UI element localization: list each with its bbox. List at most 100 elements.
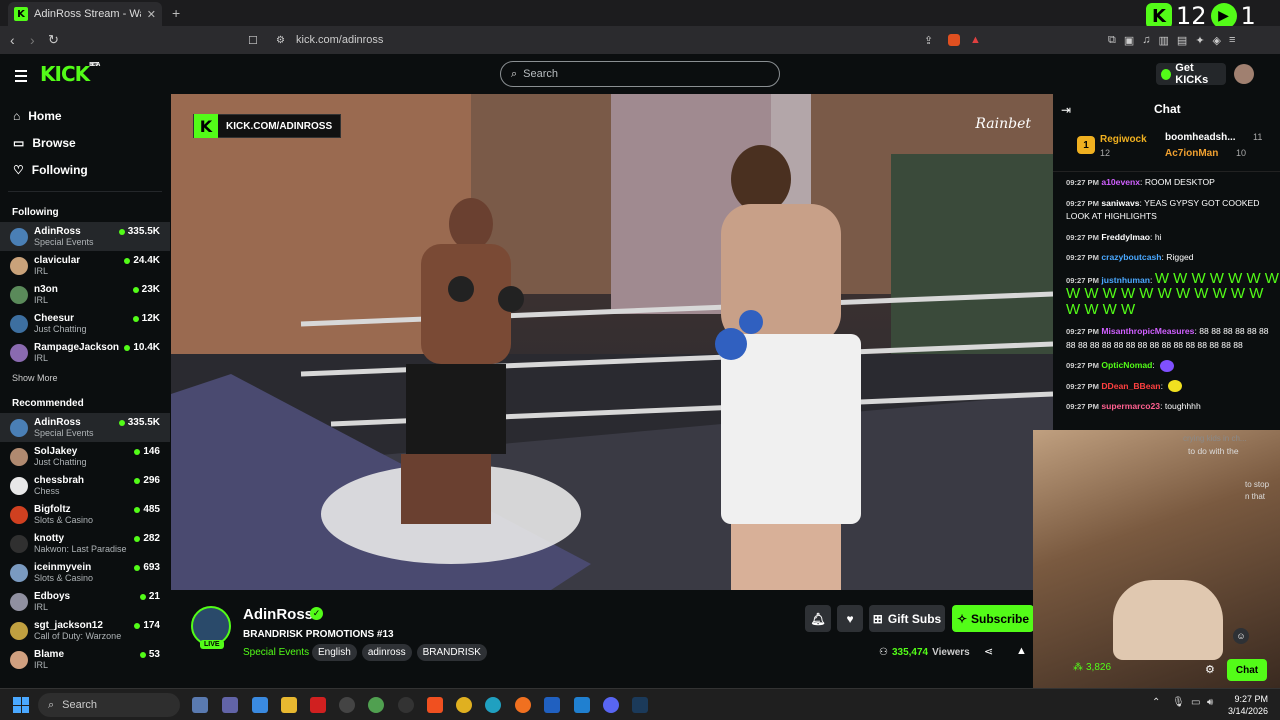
leader-name[interactable]: Ac7ionMan — [1165, 148, 1218, 159]
app-r-icon[interactable] — [252, 697, 268, 713]
new-tab-button[interactable]: + — [172, 5, 180, 21]
clock-app-icon[interactable] — [339, 697, 355, 713]
channel-item-n3on[interactable]: n3on IRL 23K — [0, 280, 170, 309]
vpn-icon[interactable]: ◈ — [1213, 34, 1221, 47]
channel-item-chessbrah[interactable]: chessbrah Chess 296 — [0, 471, 170, 500]
taskbar-clock[interactable]: 9:27 PM 3/14/2026 — [1228, 693, 1268, 717]
channel-item-bigfoltz[interactable]: Bigfoltz Slots & Casino 485 — [0, 500, 170, 529]
video-player[interactable]: K KICK.COM/ADINROSS Rainbet — [171, 94, 1053, 590]
chat-username[interactable]: supermarco23 — [1101, 401, 1160, 411]
volume-icon[interactable]: 🔊︎ — [1207, 697, 1213, 708]
leader-name[interactable]: Regiwock — [1100, 134, 1147, 145]
channel-name: knotty — [34, 532, 64, 544]
extensions-icon[interactable]: ⧉ — [1108, 34, 1116, 47]
browser-tab[interactable]: K AdinRoss Stream - Watch Live ✕ — [8, 2, 162, 26]
gift-subs-button[interactable]: ⊞ Gift Subs — [869, 605, 945, 632]
emote-icon — [1160, 359, 1175, 372]
get-kicks-button[interactable]: Get KICKs — [1156, 62, 1226, 86]
obs-icon[interactable] — [398, 697, 414, 713]
discord-icon[interactable] — [603, 697, 619, 713]
report-icon[interactable]: ▲ — [1016, 645, 1027, 657]
teams-icon[interactable] — [222, 697, 238, 713]
chat-username[interactable]: MisanthropicMeasures — [1101, 326, 1194, 336]
screenshot-icon[interactable]: ▣ — [1124, 34, 1134, 47]
taskbar-search[interactable]: ⌕ Search — [38, 693, 180, 717]
emote-picker-icon[interactable]: ☺ — [1233, 628, 1249, 644]
wallet-icon[interactable]: ▤ — [1177, 34, 1187, 47]
sponsor-logo: Rainbet — [975, 116, 1031, 132]
notification-button[interactable]: 🔔︎ — [805, 605, 831, 632]
tag-pill[interactable]: BRANDRISK — [416, 644, 487, 661]
channel-item-knotty[interactable]: knotty Nakwon: Last Paradise 282 — [0, 529, 170, 558]
collapse-chat-icon[interactable]: ⇥ — [1061, 103, 1071, 117]
file-explorer-icon[interactable] — [281, 697, 297, 713]
tray-chevron-icon[interactable]: ⌃ — [1152, 697, 1160, 708]
channel-item-cheesur[interactable]: Cheesur Just Chatting 12K — [0, 309, 170, 338]
leo-icon[interactable]: ✦ — [1195, 34, 1204, 47]
channel-item-edboys[interactable]: Edboys IRL 21 — [0, 587, 170, 616]
tag-pill[interactable]: English — [312, 644, 357, 661]
channel-item-soljakey[interactable]: SolJakey Just Chatting 146 — [0, 442, 170, 471]
show-more-link[interactable]: Show More — [0, 367, 170, 393]
hamburger-icon[interactable] — [15, 70, 27, 82]
site-info-icon[interactable]: ⚙ — [276, 35, 285, 46]
category-link[interactable]: Special Events — [243, 647, 309, 658]
brave-icon[interactable] — [427, 697, 443, 713]
sidebar-browse[interactable]: ▭ Browse — [0, 129, 170, 156]
chrome-icon[interactable] — [456, 697, 472, 713]
channel-item-blame[interactable]: Blame IRL 53 — [0, 645, 170, 674]
vscode-icon[interactable] — [574, 697, 590, 713]
reload-icon[interactable]: ↻ — [48, 32, 59, 48]
chrome-like-icon[interactable] — [368, 697, 384, 713]
url-field[interactable]: kick.com/adinross — [296, 34, 383, 46]
search-input[interactable]: ⌕ Search — [500, 61, 780, 87]
bookmark-icon[interactable]: ☐ — [248, 34, 258, 47]
channel-item-rampagejackson[interactable]: RampageJackson IRL 10.4K — [0, 338, 170, 367]
live-dot-icon — [132, 286, 139, 293]
chat-username[interactable]: justnhuman — [1101, 275, 1150, 285]
streamer-name[interactable]: AdinRoss — [243, 606, 313, 623]
mic-icon[interactable]: 🎙︎ — [1172, 697, 1185, 708]
sidebar-following[interactable]: ♡ Following — [0, 156, 170, 183]
widgets-icon[interactable] — [192, 697, 208, 713]
sidebar-toggle-icon[interactable]: ▥ — [1159, 34, 1169, 47]
firefox-icon[interactable] — [515, 697, 531, 713]
share-icon[interactable]: ⇪ — [924, 34, 933, 47]
channel-category: IRL — [34, 265, 49, 276]
close-tab-icon[interactable]: ✕ — [147, 8, 156, 21]
forward-icon[interactable]: › — [30, 32, 35, 48]
tag-list: English adinross BRANDRISK — [312, 644, 487, 661]
channel-item-adinross[interactable]: AdinRoss Special Events 335.5K — [0, 413, 170, 442]
channel-item-adinross[interactable]: AdinRoss Special Events 335.5K — [0, 222, 170, 251]
channel-item-iceinmyvein[interactable]: iceinmyvein Slots & Casino 693 — [0, 558, 170, 587]
rewards-icon[interactable]: ▲ — [970, 34, 981, 46]
chat-username[interactable]: saniwavs — [1101, 198, 1139, 208]
subscribe-button[interactable]: ✧ Subscribe — [952, 605, 1034, 632]
send-chat-button[interactable]: Chat — [1227, 659, 1267, 681]
channel-item-sgt_jackson12[interactable]: sgt_jackson12 Call of Duty: Warzone 174 — [0, 616, 170, 645]
app-oo-icon[interactable] — [544, 697, 560, 713]
share-stream-icon[interactable]: ⋖ — [984, 645, 993, 658]
network-icon[interactable]: ▭ — [1191, 697, 1200, 708]
brave-shield-icon[interactable] — [948, 34, 960, 46]
music-icon[interactable]: ♫ — [1142, 34, 1150, 47]
menu-icon[interactable]: ≡ — [1229, 34, 1235, 47]
chat-username[interactable]: a10evenx — [1101, 177, 1140, 187]
chat-username[interactable]: DDean_BBean — [1101, 381, 1160, 391]
back-icon[interactable]: ‹ — [10, 32, 15, 48]
netflix-icon[interactable] — [310, 697, 326, 713]
channel-item-clavicular[interactable]: clavicular IRL 24.4K — [0, 251, 170, 280]
chat-username[interactable]: OpticNomad — [1101, 360, 1152, 370]
chat-username[interactable]: crazyboutcash — [1101, 252, 1161, 262]
windows-start-icon[interactable] — [13, 697, 29, 713]
chat-username[interactable]: Freddylmao — [1101, 232, 1150, 242]
steam-icon[interactable] — [632, 697, 648, 713]
user-avatar[interactable] — [1234, 64, 1254, 84]
chat-settings-icon[interactable]: ⚙ — [1205, 663, 1215, 676]
edge-icon[interactable] — [485, 697, 501, 713]
follow-button[interactable]: ♥ — [837, 605, 863, 632]
sidebar-home[interactable]: ⌂ Home — [0, 102, 170, 129]
leader-name[interactable]: boomheadsh... — [1165, 132, 1236, 143]
kick-logo[interactable]: KICKBETA — [40, 62, 100, 86]
tag-pill[interactable]: adinross — [361, 644, 412, 661]
